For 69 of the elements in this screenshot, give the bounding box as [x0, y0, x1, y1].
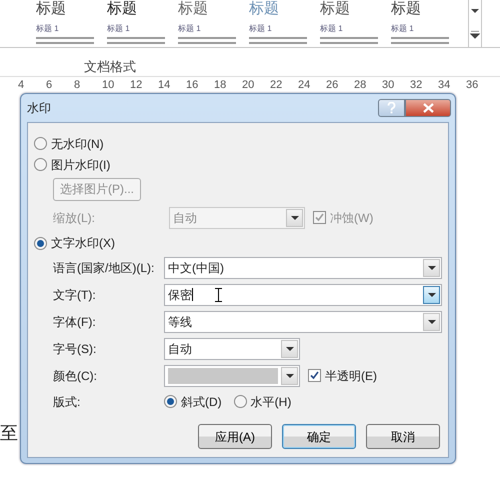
dialog-button[interactable]: 应用(A)	[198, 424, 272, 449]
select-picture-button: 选择图片(P)...	[53, 178, 141, 200]
more-icon[interactable]	[470, 31, 480, 40]
color-select[interactable]	[164, 364, 300, 386]
help-icon	[387, 102, 396, 114]
ruler-number: 32	[410, 78, 424, 93]
help-button[interactable]	[378, 99, 405, 117]
style-tile[interactable]: 标题 标题 1	[174, 0, 245, 47]
close-button[interactable]	[405, 99, 451, 117]
style-tile[interactable]: 标题 标题 1	[316, 0, 387, 47]
style-subtitle: 标题 1	[107, 24, 130, 34]
style-title: 标题	[36, 1, 66, 17]
ruler-number: 10	[102, 78, 116, 93]
style-title: 标题	[107, 1, 137, 17]
field-label: 字体(F):	[52, 314, 97, 330]
close-icon	[422, 103, 434, 113]
language-select[interactable]: 中文(中国)	[164, 256, 442, 278]
size-select[interactable]: 自动	[164, 338, 300, 360]
ruler-number: 4	[18, 78, 26, 93]
checkbox-option[interactable]: 半透明(E)	[308, 366, 377, 384]
check-icon	[314, 212, 325, 223]
style-title: 标题	[178, 1, 208, 17]
field-label: 颜色(C):	[52, 368, 98, 384]
style-title: 标题	[320, 1, 350, 17]
window-title: 水印	[27, 100, 51, 117]
style-title: 标题	[391, 1, 421, 17]
ruler-number: 30	[382, 78, 396, 93]
scroll-down-icon[interactable]	[470, 8, 480, 16]
field-label: 文字(T):	[52, 286, 97, 304]
ruler-number: 36	[466, 78, 480, 93]
ruler-number: 18	[214, 78, 228, 93]
dialog-button[interactable]: 确定	[282, 424, 356, 449]
style-subtitle: 标题 1	[249, 24, 272, 34]
style-subtitle: 标题 1	[320, 24, 343, 34]
ruler-number: 12	[130, 78, 144, 93]
text-cursor-icon	[215, 288, 222, 302]
field-label: 版式:	[52, 394, 82, 410]
ruler-number: 8	[74, 78, 82, 93]
radio-option[interactable]: 斜式(D)	[164, 392, 222, 410]
radio-option[interactable]: 无水印(N)	[34, 134, 104, 152]
radio-option[interactable]: 水平(H)	[234, 392, 292, 410]
dialog-button[interactable]: 取消	[366, 424, 440, 449]
style-subtitle: 标题 1	[36, 24, 59, 34]
font-select[interactable]: 等线	[164, 310, 442, 332]
group-label: 文档格式	[84, 59, 136, 74]
style-tile[interactable]: 标题 标题 1	[245, 0, 316, 47]
check-icon	[309, 370, 320, 381]
ruler-number: 20	[242, 78, 256, 93]
style-subtitle: 标题 1	[391, 24, 414, 34]
ruler-number: 28	[354, 78, 368, 93]
field-label: 语言(国家/地区)(L):	[52, 260, 156, 276]
ruler-number: 16	[186, 78, 200, 93]
style-title: 标题	[249, 1, 279, 17]
style-subtitle: 标题 1	[178, 24, 201, 34]
text-caret	[192, 288, 193, 301]
ruler-number: 14	[158, 78, 172, 93]
ruler-number: 24	[298, 78, 312, 93]
ruler-number: 6	[46, 78, 54, 93]
field-label: 缩放(L):	[52, 210, 96, 226]
style-tile[interactable]: 标题 标题 1	[387, 0, 458, 47]
radio-option[interactable]: 文字水印(X)	[34, 234, 115, 252]
field-label: 字号(S):	[52, 340, 98, 358]
document-text: 至	[0, 422, 18, 444]
ruler-number: 34	[438, 78, 452, 93]
text-combobox[interactable]: 保密	[164, 284, 442, 306]
style-tile[interactable]: 标题 标题 1	[32, 0, 103, 47]
ruler-number: 22	[270, 78, 284, 93]
style-tile[interactable]: 标题 标题 1	[103, 0, 174, 47]
ruler-number: 26	[326, 78, 340, 93]
